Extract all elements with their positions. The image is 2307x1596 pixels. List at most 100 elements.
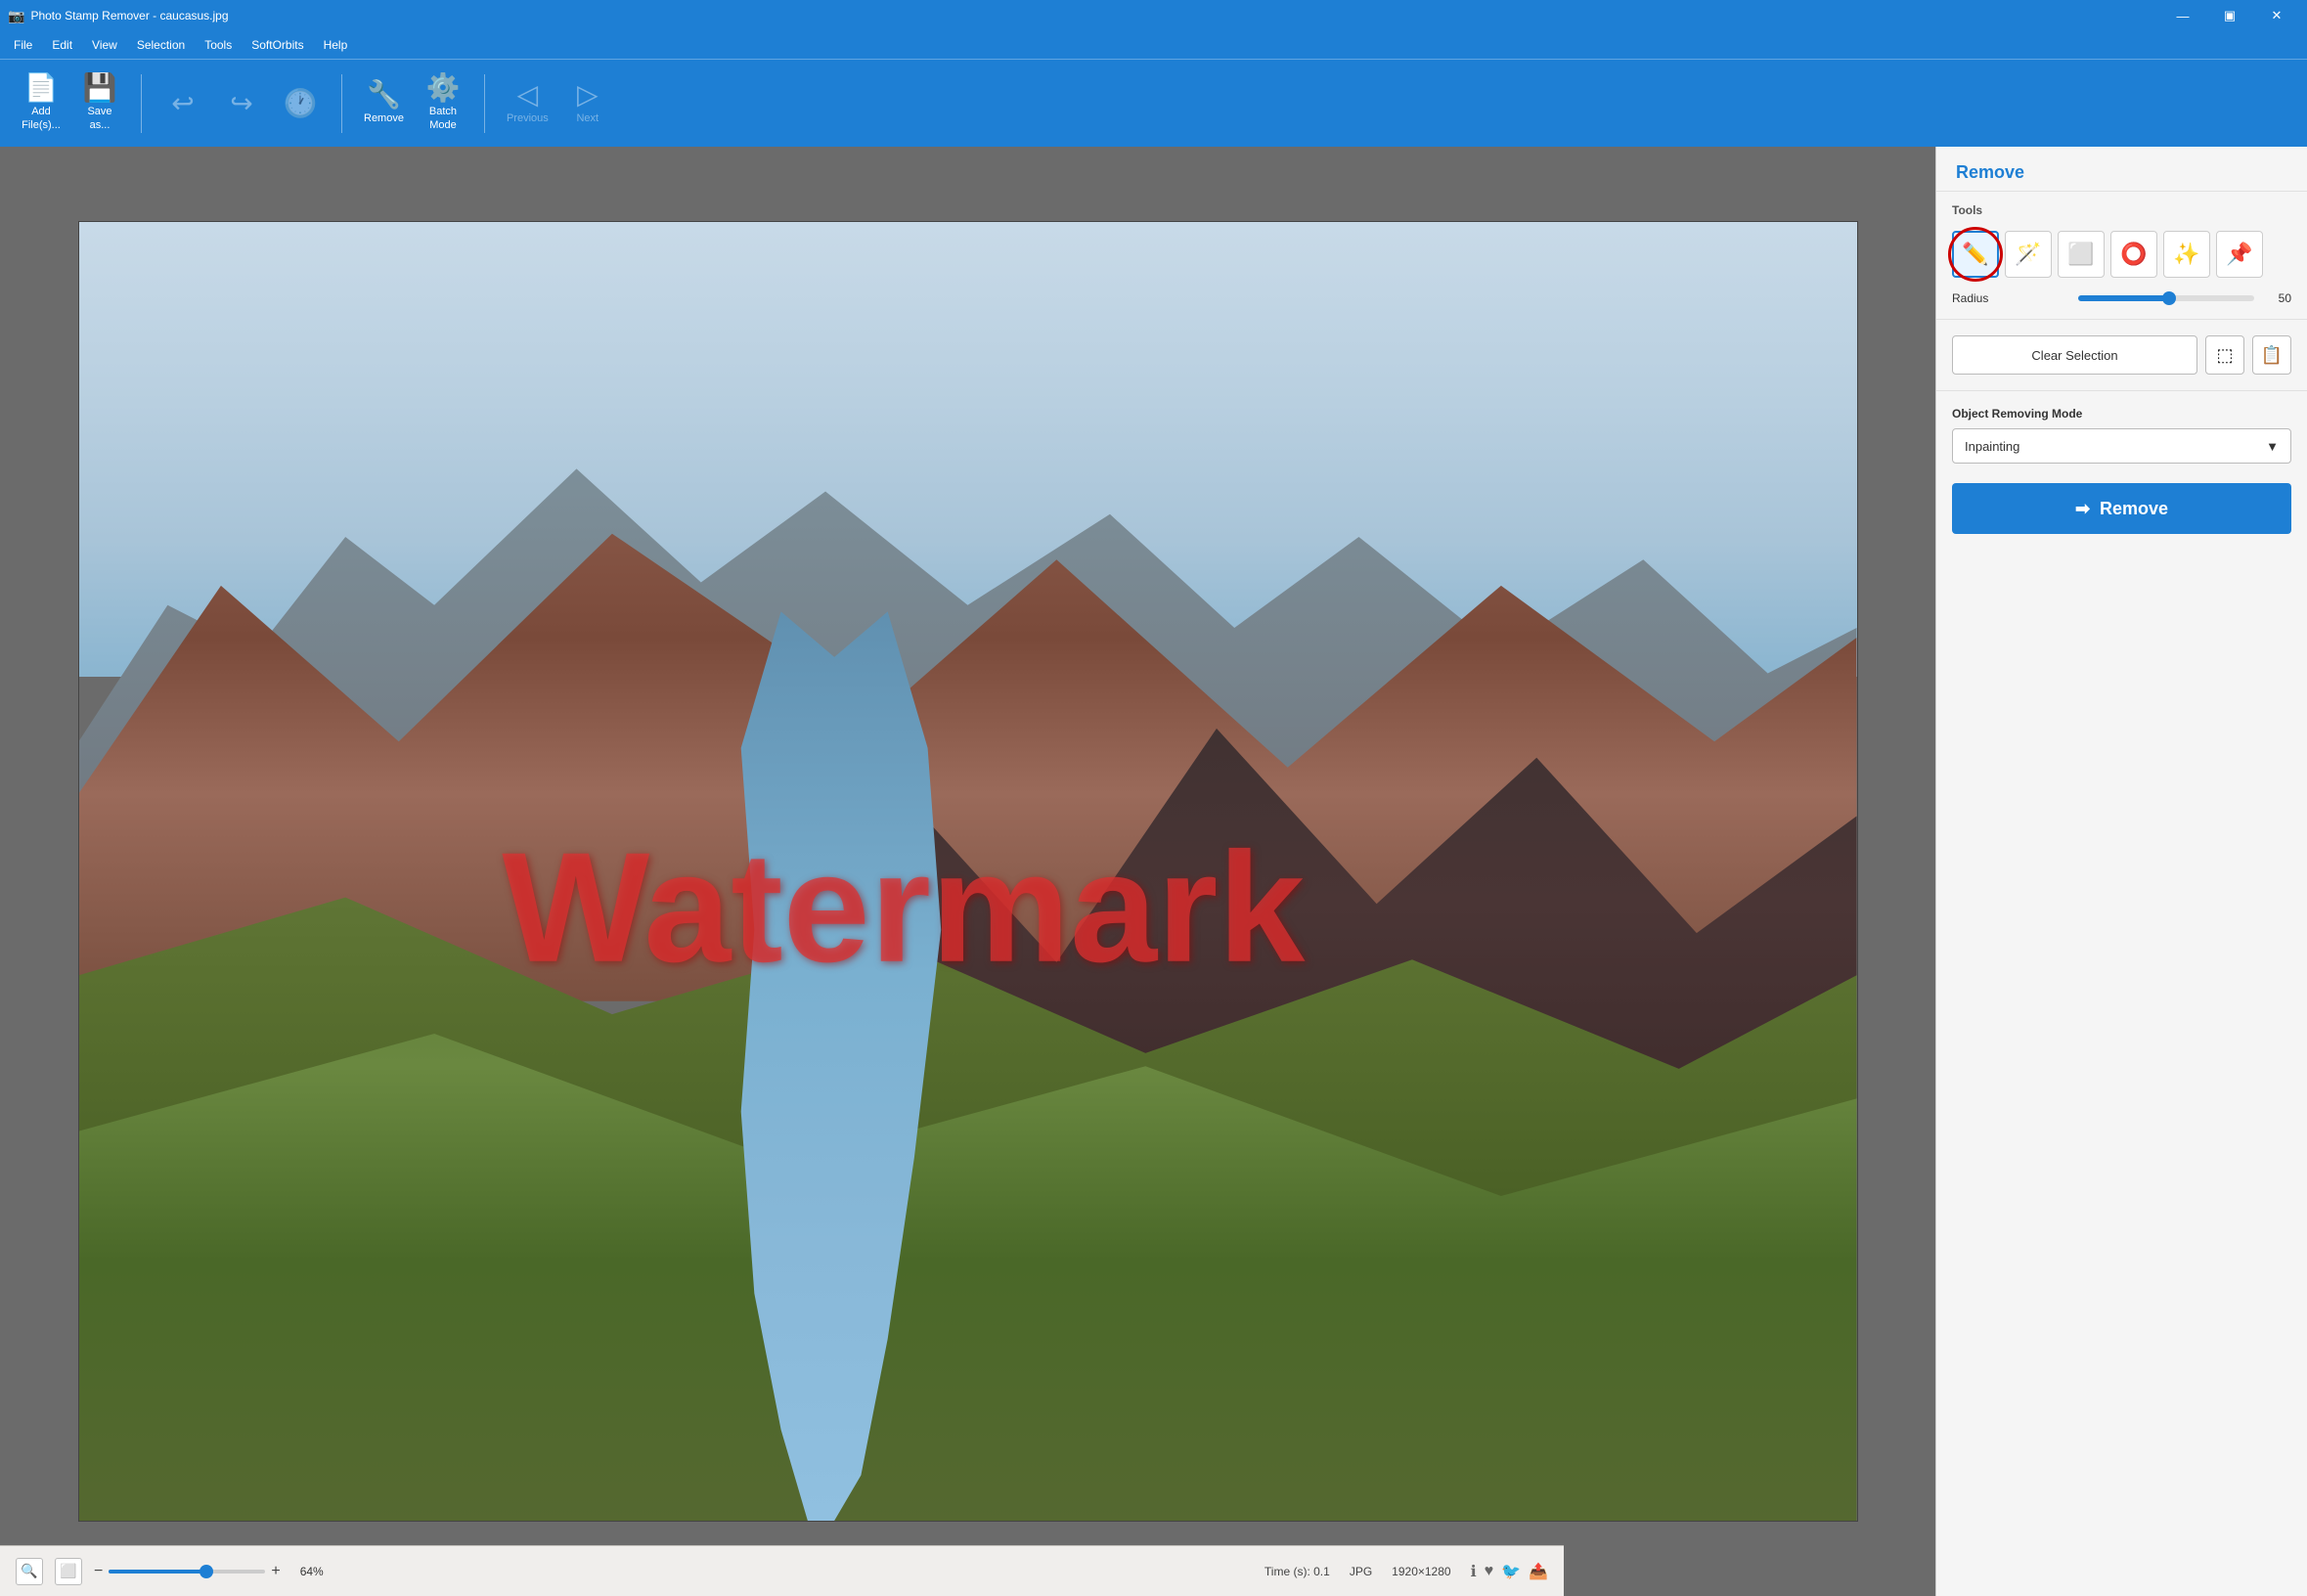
zoom-minus-button[interactable]: − [94, 1563, 103, 1580]
smart-icon: ✨ [2173, 242, 2199, 267]
social-icons: ℹ ♥ 🐦 📤 [1471, 1562, 1548, 1581]
zoom-track[interactable] [109, 1570, 265, 1574]
radius-fill [2078, 295, 2166, 301]
remove-toolbar-icon: 🔧 [367, 81, 401, 109]
next-label: Next [576, 112, 599, 125]
zoom-selection-button[interactable]: ⬜ [55, 1558, 82, 1585]
remove-arrow-icon: ➡ [2075, 499, 2090, 519]
toolbar-sep-1 [141, 74, 142, 133]
menu-file[interactable]: File [4, 34, 42, 56]
dimensions-label: 1920×1280 [1392, 1565, 1450, 1578]
smart-tool-button[interactable]: ✨ [2163, 231, 2210, 278]
batch-mode-icon: ⚙️ [426, 74, 461, 102]
remove-button[interactable]: ➡ Remove [1952, 483, 2291, 534]
format-label: JPG [1350, 1565, 1372, 1578]
menu-tools[interactable]: Tools [195, 34, 242, 56]
remove-button-label: Remove [2100, 499, 2168, 519]
window-controls: ― ▣ ✕ [2160, 0, 2299, 31]
previous-icon: ◁ [517, 81, 539, 109]
twitter-icon[interactable]: 🐦 [1501, 1562, 1521, 1581]
stamp-tool-button[interactable]: 📌 [2216, 231, 2263, 278]
add-files-icon: 📄 [24, 74, 59, 102]
previous-button[interactable]: ◁ Previous [497, 75, 558, 131]
menu-view[interactable]: View [82, 34, 127, 56]
paste-selection-button[interactable]: 📋 [2252, 335, 2291, 375]
dropdown-chevron-icon: ▼ [2266, 439, 2279, 454]
brush-tool-button[interactable]: ✏️ [1952, 231, 1999, 278]
toolbar-sep-2 [341, 74, 342, 133]
redo-button[interactable]: ↪ [212, 84, 271, 123]
menu-selection[interactable]: Selection [127, 34, 195, 56]
undo-button[interactable]: ↩ [154, 84, 212, 123]
close-button[interactable]: ✕ [2254, 0, 2299, 31]
tools-section-label: Tools [1936, 192, 2307, 223]
redo-icon: ↪ [230, 90, 252, 117]
save-as-button[interactable]: 💾 Saveas... [70, 68, 129, 137]
select-from-clipboard-button[interactable]: ⬚ [2205, 335, 2244, 375]
mode-selected-value: Inpainting [1965, 439, 2019, 454]
save-as-icon: 💾 [83, 74, 117, 102]
clipboard-select-icon: ⬚ [2216, 345, 2233, 366]
right-panel: Remove Tools ✏️ 🪄 ⬜ ⭕ ✨ 📌 [1935, 147, 2307, 1596]
batch-mode-label: BatchMode [429, 106, 457, 131]
next-button[interactable]: ▷ Next [558, 75, 617, 131]
time-label: Time (s): 0.1 [1264, 1565, 1330, 1578]
toolbar-sep-3 [484, 74, 485, 133]
save-as-label: Saveas... [87, 106, 111, 131]
tools-row: ✏️ 🪄 ⬜ ⭕ ✨ 📌 [1936, 223, 2307, 286]
mode-dropdown[interactable]: Inpainting ▼ [1952, 428, 2291, 464]
zoom-plus-button[interactable]: + [271, 1563, 280, 1580]
info-icon[interactable]: ℹ [1471, 1562, 1477, 1581]
app-icon: 📷 [8, 8, 24, 24]
mode-label: Object Removing Mode [1936, 399, 2307, 424]
canvas-area[interactable]: Watermark 🔍 ⬜ − + 64% Time (s): 0.1 JPG … [0, 147, 1935, 1596]
next-icon: ▷ [577, 81, 599, 109]
zoom-fit-button[interactable]: 🔍 [16, 1558, 43, 1585]
minimize-button[interactable]: ― [2160, 0, 2205, 31]
menu-help[interactable]: Help [314, 34, 358, 56]
share-icon[interactable]: 📤 [1529, 1562, 1548, 1581]
lasso-tool-button[interactable]: ⭕ [2110, 231, 2157, 278]
rectangle-icon: ⬜ [2067, 242, 2094, 267]
menu-softorbits[interactable]: SoftOrbits [242, 34, 313, 56]
titlebar: 📷 Photo Stamp Remover - caucasus.jpg ― ▣… [0, 0, 2307, 31]
radius-value: 50 [2262, 291, 2291, 305]
image-canvas: Watermark [78, 221, 1858, 1522]
maximize-button[interactable]: ▣ [2207, 0, 2252, 31]
panel-title: Remove [1936, 147, 2307, 192]
lasso-icon: ⭕ [2120, 242, 2147, 267]
panel-divider-1 [1936, 319, 2307, 320]
radius-thumb[interactable] [2162, 291, 2176, 305]
radius-slider[interactable] [2078, 295, 2254, 301]
heart-icon[interactable]: ♥ [1485, 1563, 1494, 1580]
zoom-thumb[interactable] [200, 1565, 213, 1578]
toolbar: 📄 AddFile(s)... 💾 Saveas... ↩ ↪ 🕐 🔧 Remo… [0, 59, 2307, 147]
window-title: Photo Stamp Remover - caucasus.jpg [30, 9, 2160, 22]
zoom-control: − + [94, 1563, 281, 1580]
panel-divider-2 [1936, 390, 2307, 391]
rectangle-tool-button[interactable]: ⬜ [2058, 231, 2105, 278]
clear-selection-row: Clear Selection ⬚ 📋 [1936, 328, 2307, 382]
bottom-right-info: Time (s): 0.1 JPG 1920×1280 ℹ ♥ 🐦 📤 [1264, 1562, 1548, 1581]
batch-mode-button[interactable]: ⚙️ BatchMode [414, 68, 472, 137]
undo-icon: ↩ [171, 90, 194, 117]
bottom-bar: 🔍 ⬜ − + 64% Time (s): 0.1 JPG 1920×1280 … [0, 1545, 1564, 1596]
add-files-button[interactable]: 📄 AddFile(s)... [12, 68, 70, 137]
previous-label: Previous [507, 112, 549, 125]
radius-control-row: Radius 50 [1936, 286, 2307, 311]
zoom-fill [109, 1570, 202, 1574]
magic-wand-button[interactable]: 🪄 [2005, 231, 2052, 278]
history-icon: 🕐 [284, 90, 318, 117]
brush-icon: ✏️ [1962, 242, 1988, 267]
clear-selection-button[interactable]: Clear Selection [1952, 335, 2197, 375]
paste-icon: 📋 [2261, 345, 2283, 366]
add-files-label: AddFile(s)... [22, 106, 61, 131]
menubar: File Edit View Selection Tools SoftOrbit… [0, 31, 2307, 59]
remove-toolbar-button[interactable]: 🔧 Remove [354, 75, 414, 131]
magic-wand-icon: 🪄 [2015, 242, 2041, 267]
radius-label: Radius [1952, 291, 2070, 305]
history-button[interactable]: 🕐 [271, 84, 330, 123]
zoom-percent: 64% [300, 1565, 324, 1578]
menu-edit[interactable]: Edit [42, 34, 82, 56]
main-area: Watermark 🔍 ⬜ − + 64% Time (s): 0.1 JPG … [0, 147, 2307, 1596]
